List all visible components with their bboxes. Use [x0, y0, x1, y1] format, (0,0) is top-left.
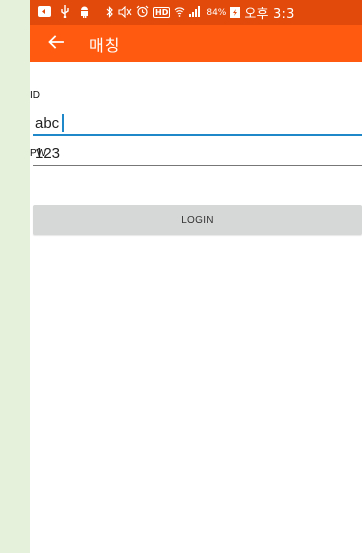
- usb-icon: [60, 5, 70, 20]
- bluetooth-icon: [106, 5, 114, 20]
- text-cursor: [62, 114, 64, 132]
- wifi-icon: [174, 6, 185, 19]
- signal-icon: [189, 6, 202, 19]
- id-field-underline: [33, 134, 362, 136]
- notification-icon: [38, 6, 51, 19]
- hd-icon: HD: [153, 7, 171, 18]
- clock: 오후 3:3: [244, 7, 295, 22]
- mute-icon: [118, 5, 132, 20]
- id-label: ID: [30, 90, 40, 101]
- android-debug-icon: [79, 5, 90, 20]
- app-bar: 매칭: [30, 25, 362, 62]
- pw-main-field[interactable]: [33, 141, 362, 166]
- back-button[interactable]: [47, 35, 65, 53]
- battery-percent: 84%: [206, 7, 227, 18]
- alarm-icon: [136, 5, 149, 20]
- pw-input[interactable]: [33, 141, 362, 165]
- phone-screen: HD 84% 오후 3:3 매칭 ID PW: [30, 0, 362, 553]
- status-bar: HD 84% 오후 3:3: [30, 0, 362, 25]
- arrow-left-icon: [48, 34, 64, 53]
- login-button[interactable]: LOGIN: [33, 205, 362, 235]
- pw-field-underline: [33, 165, 362, 166]
- id-input[interactable]: [33, 111, 362, 135]
- page-title: 매칭: [89, 35, 121, 55]
- id-field[interactable]: [33, 111, 362, 136]
- battery-charging-icon: [230, 6, 241, 20]
